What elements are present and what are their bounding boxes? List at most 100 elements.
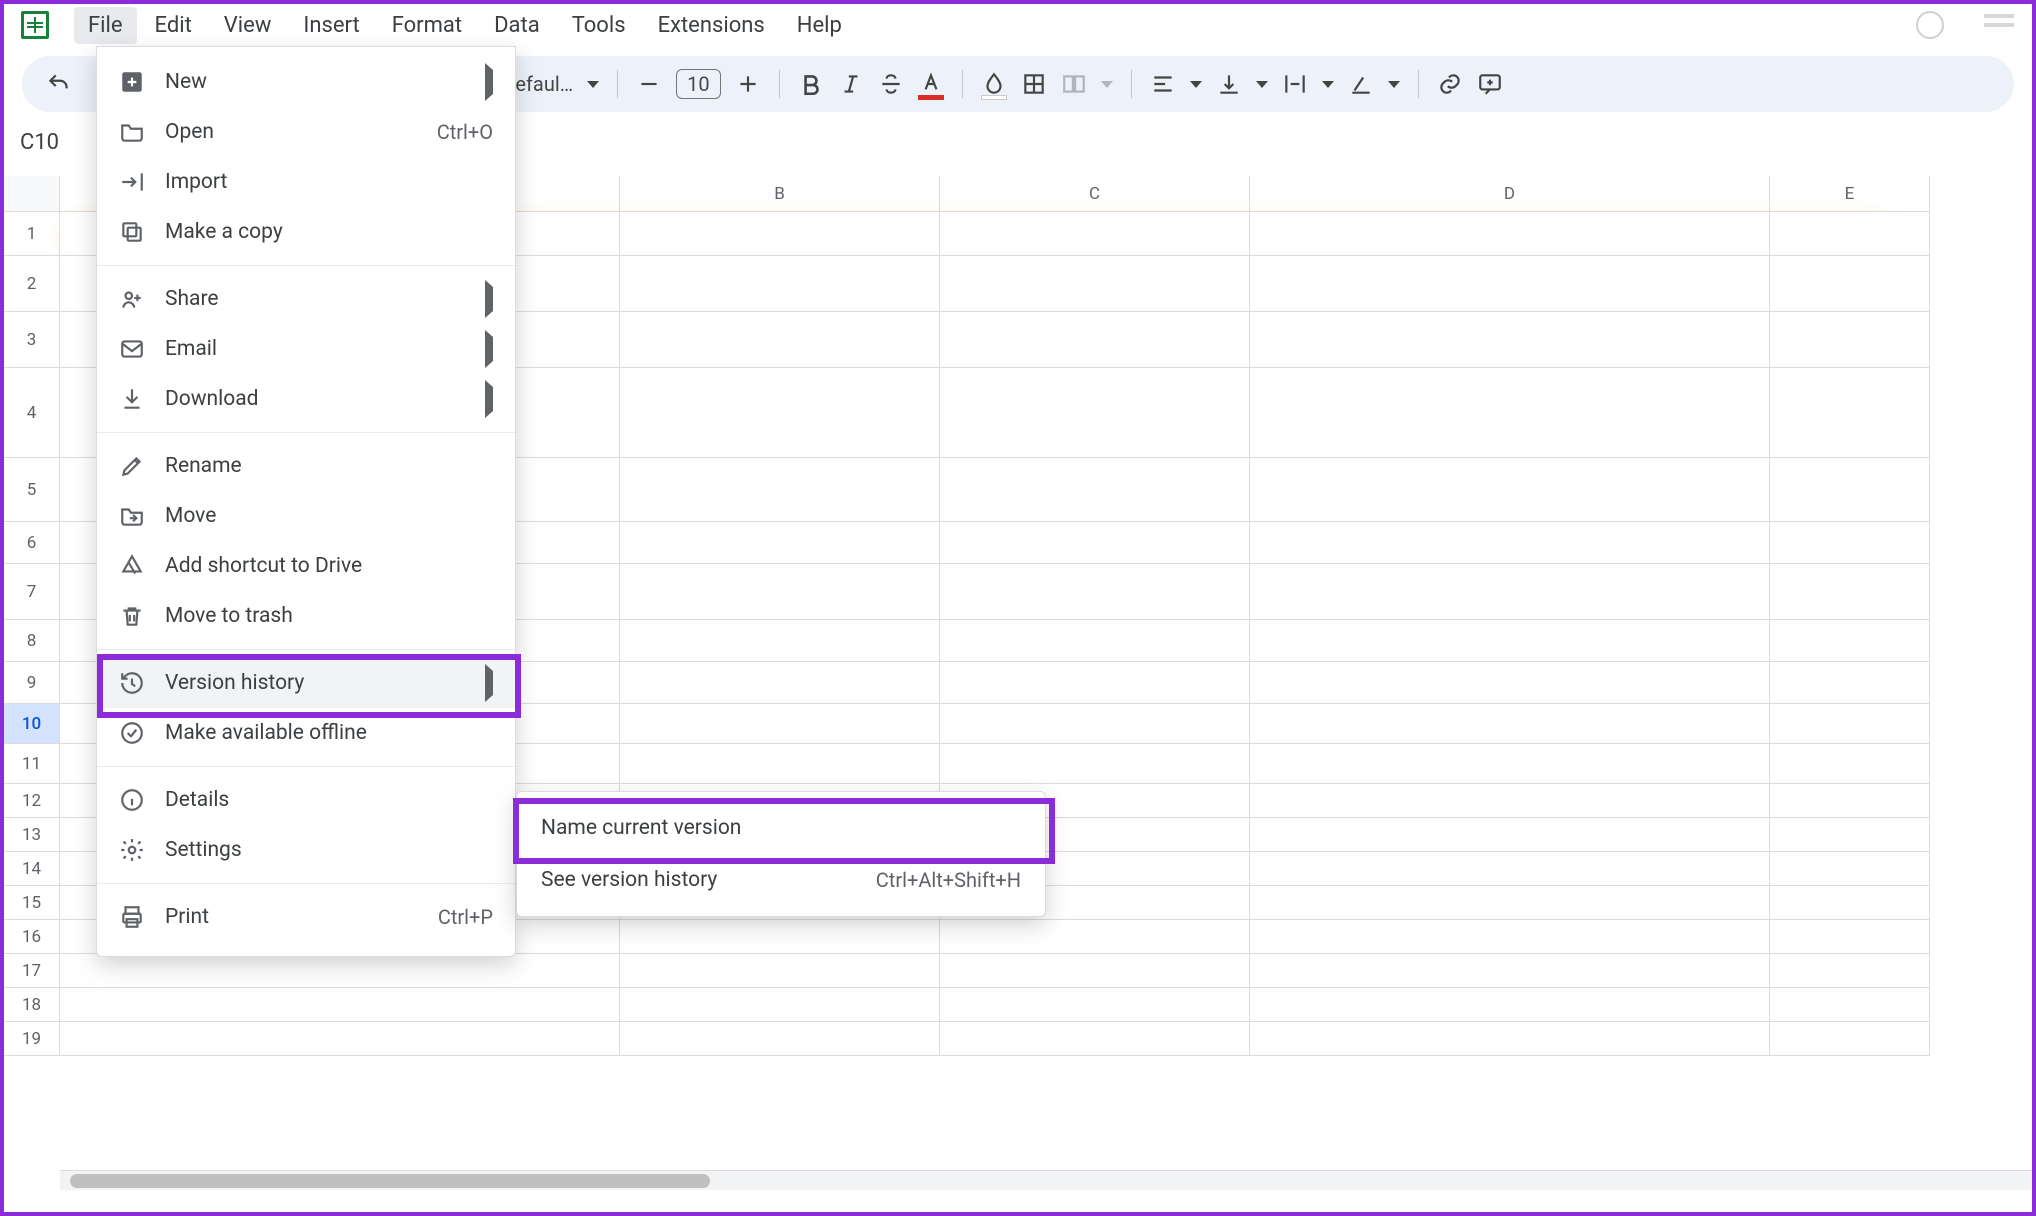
text-rotation-icon[interactable] xyxy=(1348,71,1374,97)
file-menu-download[interactable]: Download xyxy=(97,374,515,424)
row-header-15[interactable]: 15 xyxy=(4,886,60,920)
row-header-2[interactable]: 2 xyxy=(4,256,60,312)
font-size-input[interactable]: 10 xyxy=(676,69,720,99)
row-header-7[interactable]: 7 xyxy=(4,564,60,620)
halign-dropdown-icon[interactable] xyxy=(1190,81,1202,88)
submenu-see-version-history[interactable]: See version historyCtrl+Alt+Shift+H xyxy=(517,854,1045,906)
font-size-increase[interactable] xyxy=(735,71,761,97)
row-header-13[interactable]: 13 xyxy=(4,818,60,852)
overflow-icon[interactable] xyxy=(1984,14,2014,36)
mail-icon xyxy=(119,336,145,362)
last-edit-icon[interactable] xyxy=(1916,11,1944,39)
row-header-4[interactable]: 4 xyxy=(4,368,60,458)
file-menu-make-a-copy[interactable]: Make a copy xyxy=(97,207,515,257)
select-all-corner[interactable] xyxy=(4,176,60,212)
row-headers[interactable]: 12345678910111213141516171819 xyxy=(4,212,60,1190)
menu-item-label: Open xyxy=(165,120,214,144)
row-header-6[interactable]: 6 xyxy=(4,522,60,564)
menu-edit[interactable]: Edit xyxy=(141,7,206,44)
menu-item-label: Make available offline xyxy=(165,721,367,745)
menu-format[interactable]: Format xyxy=(378,7,476,44)
undo-icon[interactable] xyxy=(46,71,72,97)
italic-icon[interactable] xyxy=(838,71,864,97)
insert-link-icon[interactable] xyxy=(1437,71,1463,97)
menu-item-label: Email xyxy=(165,337,217,361)
file-menu-add-shortcut-to-drive[interactable]: Add shortcut to Drive xyxy=(97,541,515,591)
scrollbar-thumb[interactable] xyxy=(70,1174,710,1188)
menu-bar: File Edit View Insert Format Data Tools … xyxy=(4,4,2032,46)
menu-item-label: See version history xyxy=(541,868,717,892)
horizontal-align-icon[interactable] xyxy=(1150,71,1176,97)
menu-tools[interactable]: Tools xyxy=(558,7,640,44)
menu-data[interactable]: Data xyxy=(480,7,554,44)
row-header-1[interactable]: 1 xyxy=(4,212,60,256)
name-box-value: C10 xyxy=(20,130,59,155)
strikethrough-icon[interactable] xyxy=(878,71,904,97)
copy-icon xyxy=(119,219,145,245)
file-menu-print[interactable]: PrintCtrl+P xyxy=(97,892,515,942)
file-menu-rename[interactable]: Rename xyxy=(97,441,515,491)
wrap-dropdown-icon[interactable] xyxy=(1322,81,1334,88)
info-icon xyxy=(119,787,145,813)
file-menu-move[interactable]: Move xyxy=(97,491,515,541)
text-color-icon[interactable] xyxy=(918,71,944,97)
menu-help[interactable]: Help xyxy=(783,7,856,44)
borders-icon[interactable] xyxy=(1021,71,1047,97)
name-box[interactable]: C10 xyxy=(20,130,59,155)
row-header-14[interactable]: 14 xyxy=(4,852,60,886)
row-header-16[interactable]: 16 xyxy=(4,920,60,954)
font-family-dropdown-icon[interactable] xyxy=(587,81,599,88)
column-header-B[interactable]: B xyxy=(620,176,940,212)
row-header-9[interactable]: 9 xyxy=(4,662,60,704)
merge-cells-icon[interactable] xyxy=(1061,71,1087,97)
file-menu-details[interactable]: Details xyxy=(97,775,515,825)
bold-icon[interactable] xyxy=(798,71,824,97)
file-menu-make-available-offline[interactable]: Make available offline xyxy=(97,708,515,758)
rotation-dropdown-icon[interactable] xyxy=(1388,81,1400,88)
print-icon xyxy=(119,904,145,930)
menu-file[interactable]: File xyxy=(74,7,137,44)
file-menu-share[interactable]: Share xyxy=(97,274,515,324)
merge-dropdown-icon[interactable] xyxy=(1101,81,1113,88)
file-menu-open[interactable]: OpenCtrl+O xyxy=(97,107,515,157)
file-menu-email[interactable]: Email xyxy=(97,324,515,374)
gear-icon xyxy=(119,837,145,863)
row-header-10[interactable]: 10 xyxy=(4,704,60,744)
file-menu-import[interactable]: Import xyxy=(97,157,515,207)
row-header-5[interactable]: 5 xyxy=(4,458,60,522)
share-icon xyxy=(119,286,145,312)
file-menu-settings[interactable]: Settings xyxy=(97,825,515,875)
menu-item-label: Rename xyxy=(165,454,242,478)
file-menu-version-history[interactable]: Version history xyxy=(97,658,515,708)
row-header-11[interactable]: 11 xyxy=(4,744,60,784)
drive-icon xyxy=(119,553,145,579)
horizontal-scrollbar[interactable] xyxy=(60,1170,2032,1190)
valign-dropdown-icon[interactable] xyxy=(1256,81,1268,88)
menu-extensions[interactable]: Extensions xyxy=(644,7,779,44)
row-header-17[interactable]: 17 xyxy=(4,954,60,988)
insert-comment-icon[interactable] xyxy=(1477,71,1503,97)
row-header-19[interactable]: 19 xyxy=(4,1022,60,1056)
menu-view[interactable]: View xyxy=(210,7,286,44)
menu-insert[interactable]: Insert xyxy=(289,7,373,44)
file-menu-new[interactable]: New xyxy=(97,57,515,107)
column-header-C[interactable]: C xyxy=(940,176,1250,212)
row-header-3[interactable]: 3 xyxy=(4,312,60,368)
row-header-8[interactable]: 8 xyxy=(4,620,60,662)
vertical-align-icon[interactable] xyxy=(1216,71,1242,97)
column-header-D[interactable]: D xyxy=(1250,176,1770,212)
menu-item-label: Share xyxy=(165,287,219,311)
history-icon xyxy=(119,670,145,696)
fill-color-icon[interactable] xyxy=(981,71,1007,97)
rename-icon xyxy=(119,453,145,479)
row-header-18[interactable]: 18 xyxy=(4,988,60,1022)
text-wrap-icon[interactable] xyxy=(1282,71,1308,97)
font-size-decrease[interactable] xyxy=(636,71,662,97)
submenu-name-current-version[interactable]: Name current version xyxy=(517,802,1045,854)
row-header-12[interactable]: 12 xyxy=(4,784,60,818)
file-menu: NewOpenCtrl+OImportMake a copy Share Email… xyxy=(96,46,516,957)
file-menu-move-to-trash[interactable]: Move to trash xyxy=(97,591,515,641)
column-header-E[interactable]: E xyxy=(1770,176,1930,212)
menu-item-label: Settings xyxy=(165,838,242,862)
menu-shortcut: Ctrl+P xyxy=(438,905,493,929)
